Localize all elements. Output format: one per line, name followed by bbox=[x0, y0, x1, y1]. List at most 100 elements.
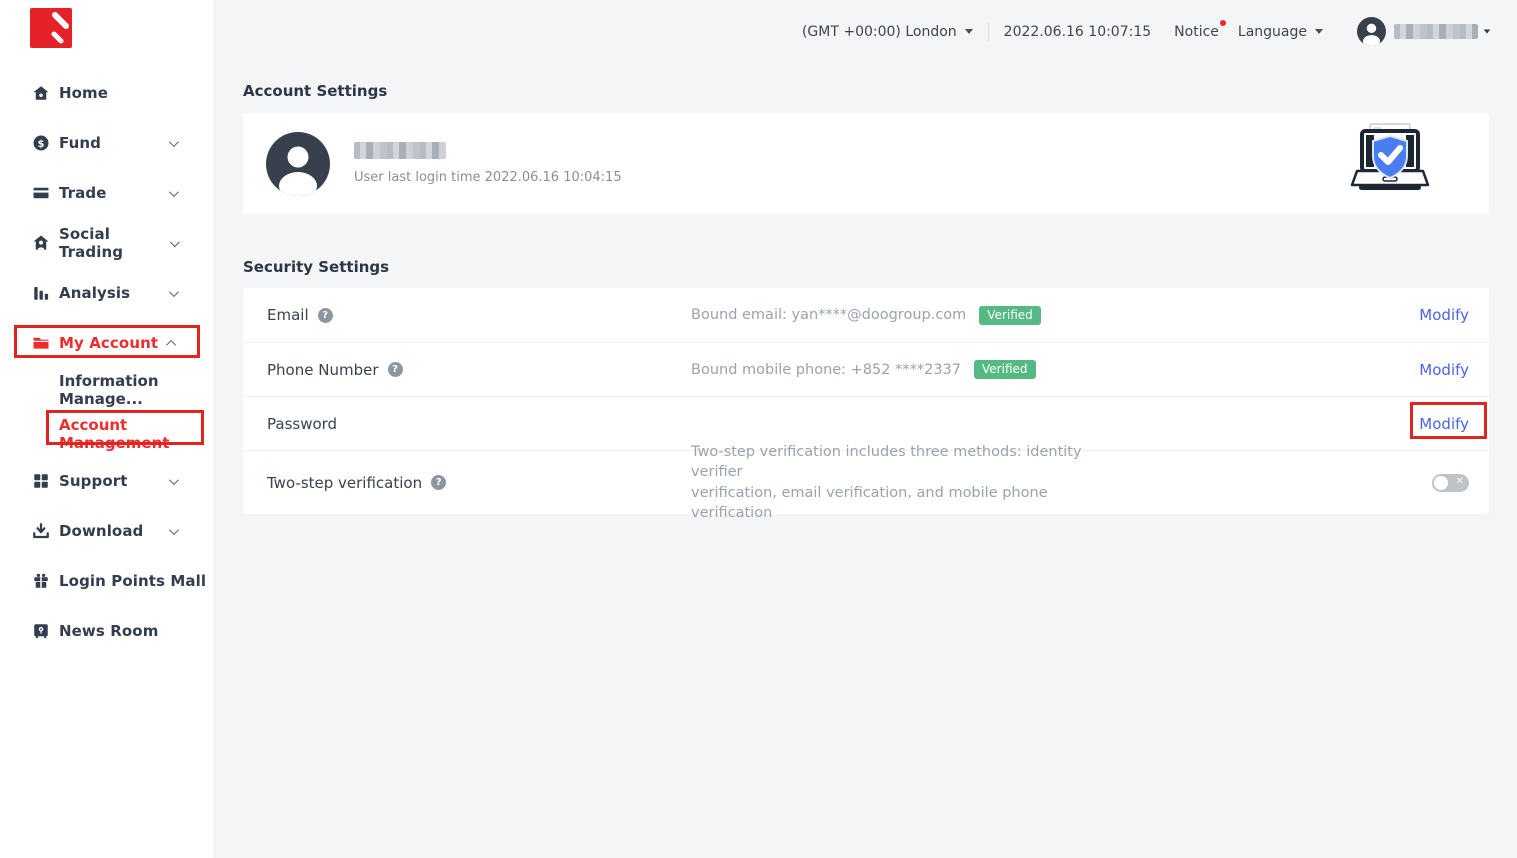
chevron-down-icon bbox=[169, 237, 179, 247]
pin-badge-icon bbox=[32, 622, 50, 640]
sidebar-item-label: Fund bbox=[59, 134, 101, 152]
sidebar-item-information-management[interactable]: Information Manage... bbox=[0, 368, 214, 412]
account-management-page: { "brand": { "logo": "doo-prime-logo", "… bbox=[0, 0, 1517, 858]
gift-icon bbox=[32, 572, 50, 590]
sidebar-item-label: Home bbox=[59, 84, 108, 102]
sidebar-item-fund[interactable]: $ Fund bbox=[0, 118, 214, 168]
caret-down-icon bbox=[1484, 30, 1490, 34]
sidebar-item-analysis[interactable]: Analysis bbox=[0, 268, 214, 318]
last-login-time: User last login time 2022.06.16 10:04:15 bbox=[354, 170, 622, 185]
avatar bbox=[266, 132, 330, 196]
topbar: (GMT +00:00) London 2022.06.16 10:07:15 … bbox=[215, 0, 1517, 63]
security-settings-title: Security Settings bbox=[243, 258, 1489, 276]
verified-badge: Verified bbox=[974, 360, 1036, 379]
timezone-label: (GMT +00:00) London bbox=[802, 24, 957, 40]
topbar-divider bbox=[988, 23, 989, 41]
sidebar-item-label: News Room bbox=[59, 622, 158, 640]
phone-modify-link[interactable]: Modify bbox=[1419, 361, 1469, 379]
language-label: Language bbox=[1238, 24, 1307, 40]
account-name-blurred bbox=[354, 142, 446, 159]
chevron-down-icon bbox=[169, 137, 179, 147]
account-settings-card: User last login time 2022.06.16 10:04:15 bbox=[243, 113, 1489, 214]
security-shield-laptop-icon bbox=[1349, 122, 1431, 206]
home-icon bbox=[32, 84, 50, 102]
sidebar-item-support[interactable]: Support bbox=[0, 456, 214, 506]
dollar-icon: $ bbox=[32, 134, 50, 152]
sidebar-item-my-account[interactable]: My Account bbox=[0, 318, 214, 368]
sidebar-item-label: My Account bbox=[59, 334, 158, 352]
bound-phone-value: Bound mobile phone: +852 ****2337 bbox=[691, 362, 961, 378]
brand-logo-icon[interactable] bbox=[30, 8, 72, 48]
email-modify-link[interactable]: Modify bbox=[1419, 306, 1469, 324]
caret-down-icon bbox=[965, 29, 973, 34]
sidebar-item-label: Account Management bbox=[59, 416, 214, 452]
bound-email-value: Bound email: yan****@doogroup.com bbox=[691, 307, 966, 323]
notice-button[interactable]: Notice bbox=[1174, 24, 1219, 40]
sidebar: Home $ Fund Trade Social Tradin bbox=[0, 0, 215, 858]
main-area: (GMT +00:00) London 2022.06.16 10:07:15 … bbox=[215, 0, 1517, 858]
notice-unread-dot bbox=[1220, 20, 1226, 26]
sidebar-item-download[interactable]: Download bbox=[0, 506, 214, 556]
sidebar-item-label: Social Trading bbox=[59, 225, 170, 261]
sidebar-item-news-room[interactable]: News Room bbox=[0, 606, 214, 656]
folder-icon bbox=[32, 334, 50, 352]
password-label: Password bbox=[267, 415, 337, 433]
sidebar-item-home[interactable]: Home bbox=[0, 68, 214, 118]
two-step-description: Two-step verification includes three met… bbox=[691, 442, 1083, 523]
phone-label: Phone Number bbox=[267, 361, 379, 379]
account-info: User last login time 2022.06.16 10:04:15 bbox=[354, 142, 622, 185]
house-person-icon bbox=[32, 234, 50, 252]
security-row-phone: Phone Number ? Bound mobile phone: +852 … bbox=[243, 342, 1489, 396]
row-label-group: Phone Number ? bbox=[267, 361, 691, 379]
row-value-group: Bound mobile phone: +852 ****2337 Verifi… bbox=[691, 360, 1419, 379]
chevron-up-icon bbox=[166, 339, 176, 349]
sidebar-item-social-trading[interactable]: Social Trading bbox=[0, 218, 214, 268]
two-step-toggle[interactable]: ✕ bbox=[1432, 474, 1469, 492]
user-menu[interactable] bbox=[1357, 17, 1491, 46]
row-label-group: Two-step verification ? bbox=[267, 474, 691, 492]
row-label-group: Email ? bbox=[267, 306, 691, 324]
chevron-down-icon bbox=[169, 525, 179, 535]
sidebar-item-label: Support bbox=[59, 472, 128, 490]
two-step-label: Two-step verification bbox=[267, 474, 422, 492]
row-label-group: Password bbox=[267, 415, 691, 433]
timezone-selector[interactable]: (GMT +00:00) London bbox=[802, 24, 973, 40]
sidebar-item-label: Analysis bbox=[59, 284, 130, 302]
user-name-blurred bbox=[1394, 24, 1478, 39]
help-icon[interactable]: ? bbox=[318, 308, 333, 323]
toggle-off-x-icon: ✕ bbox=[1456, 476, 1464, 487]
email-label: Email bbox=[267, 306, 309, 324]
sidebar-item-account-management[interactable]: Account Management bbox=[0, 412, 214, 456]
verified-badge: Verified bbox=[979, 306, 1041, 325]
row-value-group: Two-step verification includes three met… bbox=[691, 442, 1432, 523]
chevron-down-icon bbox=[169, 187, 179, 197]
chevron-down-icon bbox=[169, 475, 179, 485]
help-icon[interactable]: ? bbox=[388, 362, 403, 377]
security-row-two-step: Two-step verification ? Two-step verific… bbox=[243, 450, 1489, 514]
notice-label: Notice bbox=[1174, 24, 1219, 40]
row-value-group: Bound email: yan****@doogroup.com Verifi… bbox=[691, 306, 1419, 325]
bar-chart-icon bbox=[32, 284, 50, 302]
account-settings-title: Account Settings bbox=[243, 82, 1489, 100]
sidebar-item-trade[interactable]: Trade bbox=[0, 168, 214, 218]
card-icon bbox=[32, 184, 50, 202]
avatar bbox=[1357, 17, 1386, 46]
grid-icon bbox=[32, 472, 50, 490]
sidebar-item-login-points-mall[interactable]: Login Points Mall bbox=[0, 556, 214, 606]
content: Account Settings User last login time 20… bbox=[215, 63, 1517, 514]
help-icon[interactable]: ? bbox=[431, 475, 446, 490]
download-icon bbox=[32, 522, 50, 540]
sidebar-item-label: Trade bbox=[59, 184, 107, 202]
security-row-email: Email ? Bound email: yan****@doogroup.co… bbox=[243, 288, 1489, 342]
sidebar-item-label: Download bbox=[59, 522, 143, 540]
chevron-down-icon bbox=[169, 287, 179, 297]
datetime-label: 2022.06.16 10:07:15 bbox=[1004, 24, 1152, 40]
svg-text:$: $ bbox=[38, 139, 45, 150]
password-modify-link[interactable]: Modify bbox=[1419, 415, 1469, 433]
language-selector[interactable]: Language bbox=[1238, 24, 1323, 40]
sidebar-nav: Home $ Fund Trade Social Tradin bbox=[0, 68, 214, 656]
toggle-knob bbox=[1434, 476, 1448, 490]
caret-down-icon bbox=[1315, 29, 1323, 34]
sidebar-item-label: Information Manage... bbox=[59, 372, 214, 408]
security-settings-card: Email ? Bound email: yan****@doogroup.co… bbox=[243, 288, 1489, 514]
